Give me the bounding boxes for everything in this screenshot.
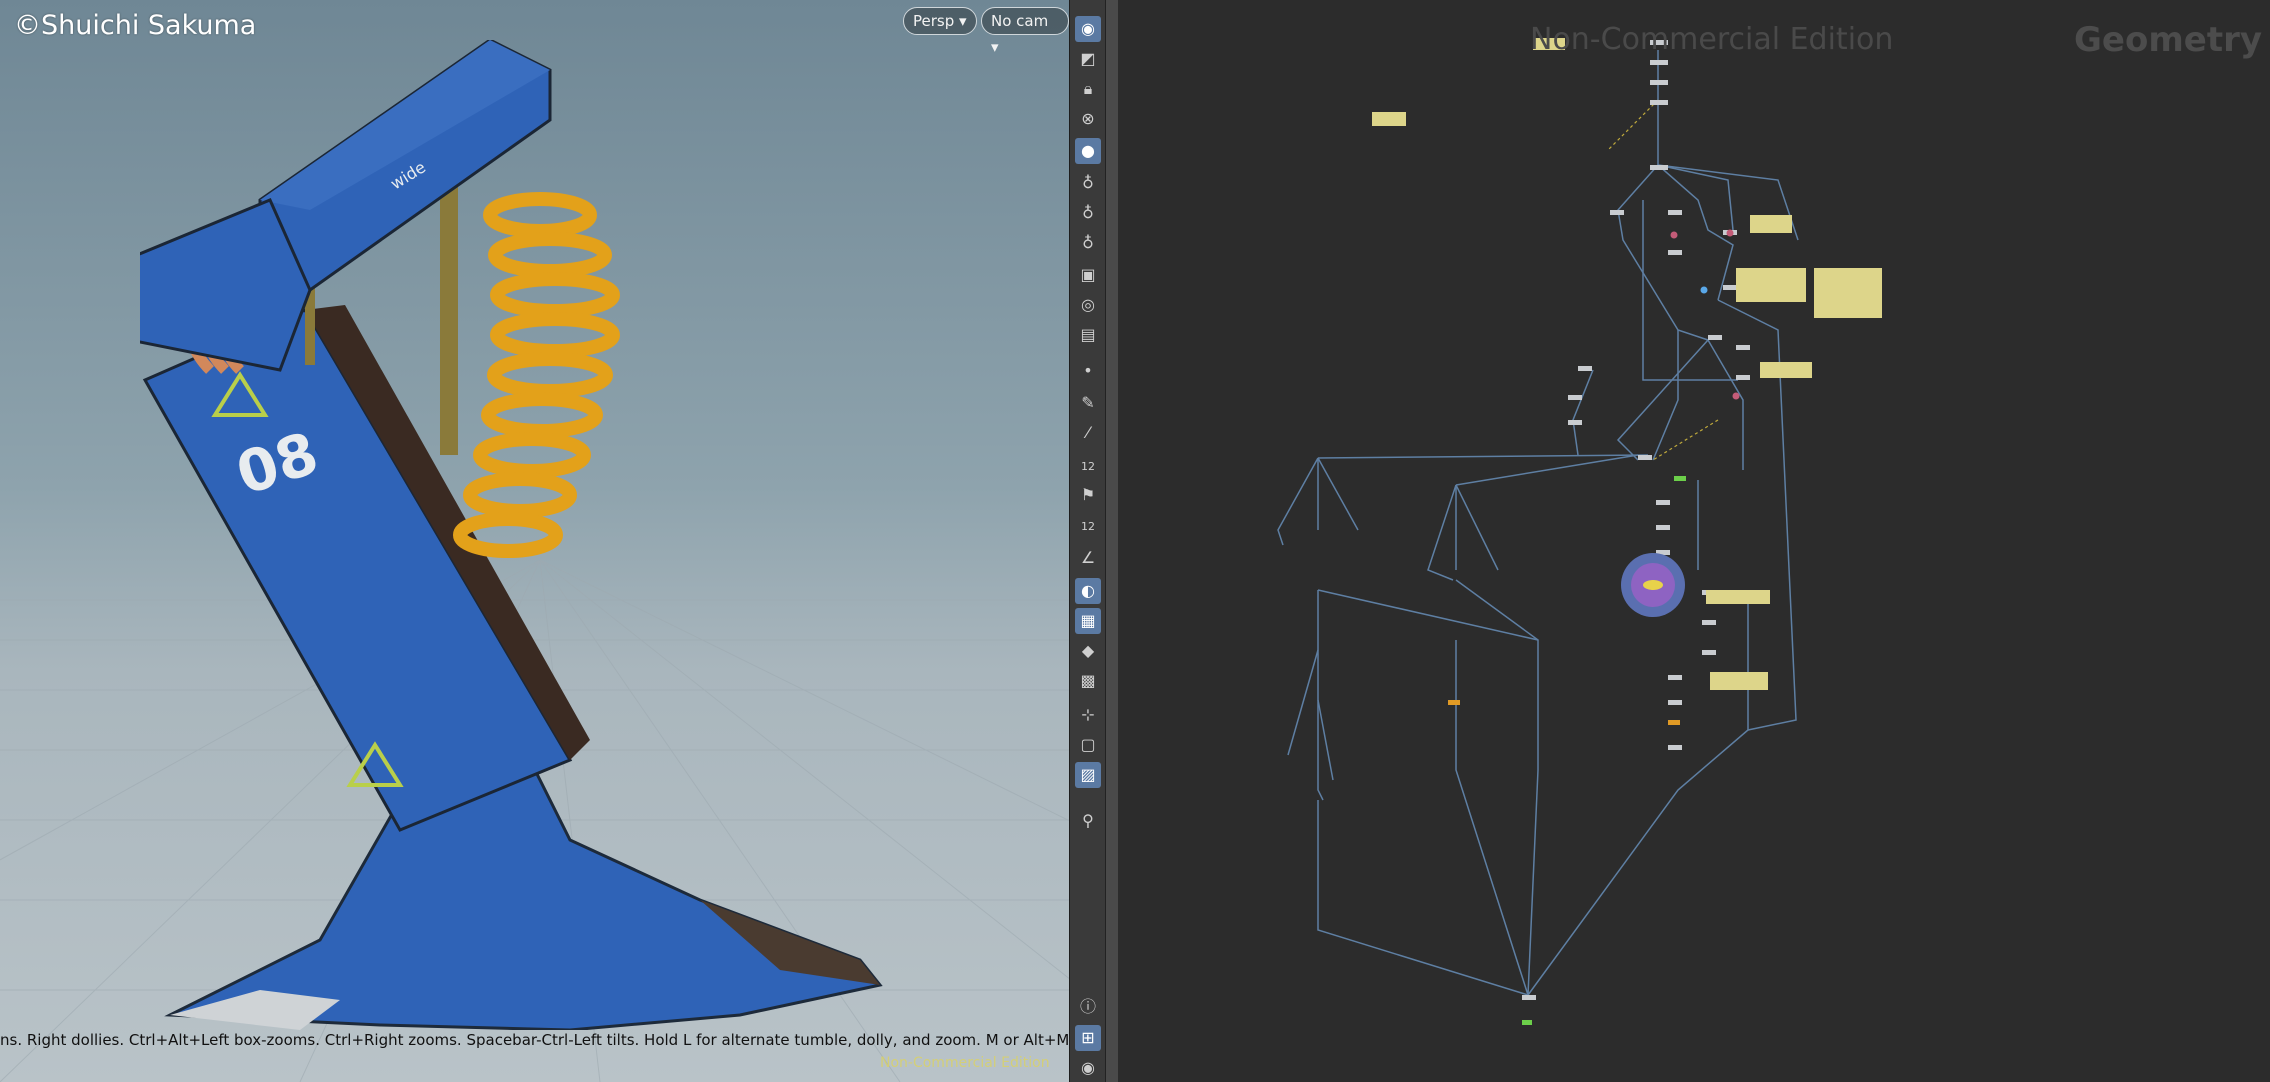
- network-watermark: Non-Commercial Edition: [1530, 22, 1894, 57]
- bulb2-icon[interactable]: ♁: [1075, 200, 1101, 226]
- dot-icon[interactable]: •: [1075, 358, 1101, 384]
- sphere-icon[interactable]: ●: [1075, 138, 1101, 164]
- flag-icon[interactable]: ⚑: [1075, 482, 1101, 508]
- view-icon[interactable]: ◉: [1075, 1055, 1101, 1081]
- network-context-label: Geometry: [2074, 20, 2262, 60]
- author-credit: ©Shuichi Sakuma: [14, 10, 257, 41]
- info-icon[interactable]: ⓘ: [1075, 994, 1101, 1020]
- ruler12-icon[interactable]: 12: [1075, 452, 1101, 478]
- uv-icon[interactable]: ▩: [1075, 668, 1101, 694]
- camera-icon[interactable]: ▣: [1075, 262, 1101, 288]
- ruler-label-b: 12: [1081, 520, 1095, 533]
- camera-select-label: No cam: [991, 12, 1049, 30]
- viewport-watermark: Non-Commercial Edition: [880, 1055, 1050, 1071]
- pin-icon[interactable]: ⚲: [1075, 808, 1101, 834]
- lock-icon[interactable]: 🔒︎: [1075, 76, 1101, 102]
- axis-icon[interactable]: ⊹: [1075, 702, 1101, 728]
- camera-menu-label: Persp: [913, 12, 955, 30]
- chevron-down-icon: ▾: [991, 38, 999, 56]
- image-icon[interactable]: ▨: [1075, 762, 1101, 788]
- checker-icon[interactable]: ▦: [1075, 608, 1101, 634]
- chevron-down-icon: ▾: [959, 12, 967, 30]
- eye-icon[interactable]: ◉: [1075, 16, 1101, 42]
- pen-icon[interactable]: ✎: [1075, 390, 1101, 416]
- eye2-icon[interactable]: ◎: [1075, 292, 1101, 318]
- close-circle-icon[interactable]: ⊗: [1075, 106, 1101, 132]
- bulb3-icon[interactable]: ♁: [1075, 230, 1101, 256]
- camera-menu-button[interactable]: Persp ▾: [903, 7, 977, 35]
- render-icon[interactable]: ▤: [1075, 322, 1101, 348]
- cube-icon[interactable]: ◆: [1075, 638, 1101, 664]
- bulb-icon[interactable]: ♁: [1075, 170, 1101, 196]
- network-editor[interactable]: Non-Commercial Edition Geometry: [1118, 0, 2270, 1082]
- sphere2-icon[interactable]: ◐: [1075, 578, 1101, 604]
- grid-icon[interactable]: ▢: [1075, 732, 1101, 758]
- camera-select-button[interactable]: No cam ▾: [981, 7, 1069, 56]
- robot-leg-model: 08 wide: [140, 40, 883, 1030]
- brush-icon[interactable]: ⁄: [1075, 420, 1101, 446]
- ruler12b-icon[interactable]: 12: [1075, 512, 1101, 538]
- node-graph: [1277, 38, 1882, 1025]
- viewport-hint-text: ns. Right dollies. Ctrl+Alt+Left box-zoo…: [0, 1031, 1069, 1049]
- angle-icon[interactable]: ∠: [1075, 545, 1101, 571]
- layout-icon[interactable]: ⊞: [1075, 1025, 1101, 1051]
- viewport-toolbar: ◉ ◩ 🔒︎ ⊗ ● ♁ ♁ ♁ ▣ ◎ ▤ • ✎ ⁄ 12 ⚑ 12 ∠ ◐…: [1069, 0, 1107, 1082]
- select-icon[interactable]: ◩: [1075, 46, 1101, 72]
- ruler-label: 12: [1081, 460, 1095, 473]
- 3d-viewport[interactable]: 08 wide ©Shuichi Sakuma Persp ▾ No cam ▾…: [0, 0, 1069, 1082]
